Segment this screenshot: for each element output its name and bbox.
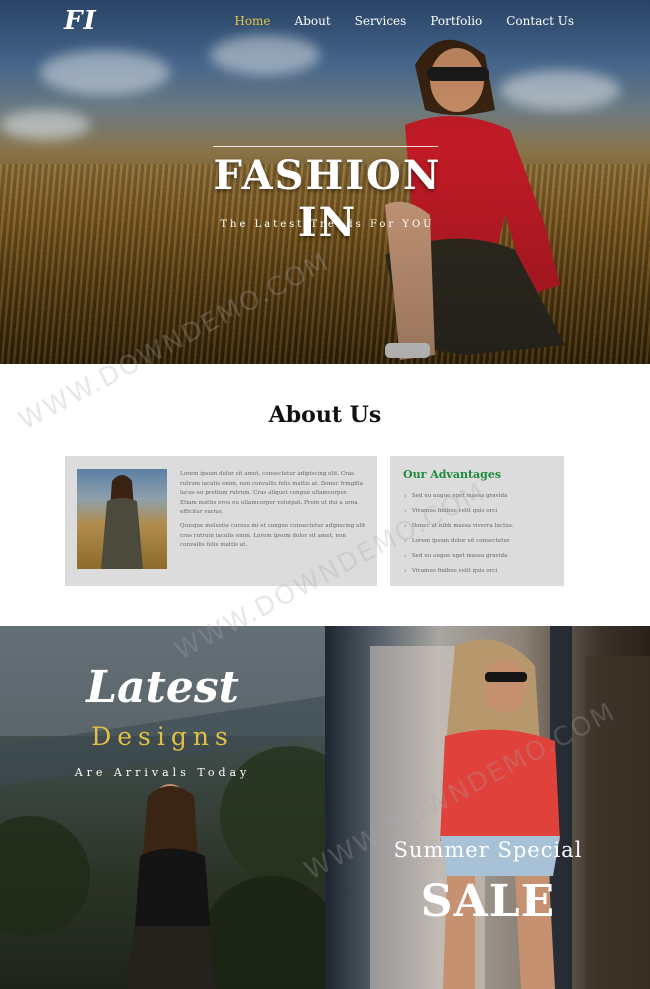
main-nav: Home About Services Portfolio Contact Us <box>234 14 574 28</box>
hero-subtitle: The Latest Trends For YOU <box>220 219 435 230</box>
chevron-right-icon: › <box>404 521 407 530</box>
logo[interactable]: FI <box>64 6 97 36</box>
latest-heading: Latest <box>86 662 239 713</box>
about-paragraph: Lorem ipsum dolor sit amet, consectetur … <box>180 471 363 516</box>
about-card: Lorem ipsum dolor sit amet, consectetur … <box>65 456 377 586</box>
advantage-label: Vivamus finibus velit quis orci <box>411 567 498 574</box>
advantages-card: Our Advantages › Sed eu augue eget massa … <box>390 456 564 586</box>
list-item[interactable]: › Donec at nibh massa viverra luctus. <box>404 518 514 533</box>
about-paragraph: Quisque molestie cursus mi et congue con… <box>180 522 366 549</box>
chevron-right-icon: › <box>404 506 407 515</box>
nav-item-about[interactable]: About <box>295 14 331 28</box>
nav-item-portfolio[interactable]: Portfolio <box>430 14 482 28</box>
list-item[interactable]: › Sed eu augue eget massa gravida <box>404 548 514 563</box>
latest-designs-panel[interactable]: Latest Designs Are Arrivals Today <box>0 626 325 989</box>
advantages-title: Our Advantages <box>403 468 502 481</box>
chevron-right-icon: › <box>404 551 407 560</box>
advantage-label: Lorem ipsum dolor sit consectetur <box>411 537 510 544</box>
chevron-right-icon: › <box>404 491 407 500</box>
list-item[interactable]: › Vivamus finibus velit quis orci <box>404 503 514 518</box>
advantage-label: Sed eu augue eget massa gravida <box>411 552 508 559</box>
hero-divider <box>213 146 438 147</box>
page: FI Home About Services Portfolio Contact… <box>0 0 650 989</box>
about-text: Lorem ipsum dolor sit amet, consectetur … <box>180 470 366 555</box>
about-section: About Us Lorem ipsum dolor sit amet, con… <box>0 364 650 626</box>
advantage-label: Vivamus finibus velit quis orci <box>411 507 498 514</box>
about-title: About Us <box>268 402 382 428</box>
arrivals-text: Are Arrivals Today <box>74 766 251 779</box>
chevron-right-icon: › <box>404 536 407 545</box>
chevron-right-icon: › <box>404 566 407 575</box>
advantages-list: › Sed eu augue eget massa gravida › Vivamu… <box>404 488 514 578</box>
hero-section: FI Home About Services Portfolio Contact… <box>0 0 650 364</box>
sale-heading: SALE <box>420 876 556 927</box>
advantage-label: Sed eu augue eget massa gravida <box>411 492 508 499</box>
list-item[interactable]: › Vivamus finibus velit quis orci <box>404 563 514 578</box>
model-figure <box>101 475 143 569</box>
nav-item-services[interactable]: Services <box>355 14 407 28</box>
list-item[interactable]: › Lorem ipsum dolor sit consectetur <box>404 533 514 548</box>
list-item[interactable]: › Sed eu augue eget massa gravida <box>404 488 514 503</box>
nav-item-home[interactable]: Home <box>234 14 270 28</box>
about-photo <box>77 469 167 569</box>
nav-item-contact[interactable]: Contact Us <box>506 14 574 28</box>
summer-sale-photo <box>370 626 650 989</box>
advantage-label: Donec at nibh massa viverra luctus. <box>411 522 514 529</box>
hero-title: FASHION IN <box>213 152 442 246</box>
summer-special-heading: Summer Special <box>393 838 583 862</box>
summer-sale-panel[interactable]: Summer Special SALE <box>325 626 650 989</box>
designs-heading: Designs <box>91 722 234 751</box>
